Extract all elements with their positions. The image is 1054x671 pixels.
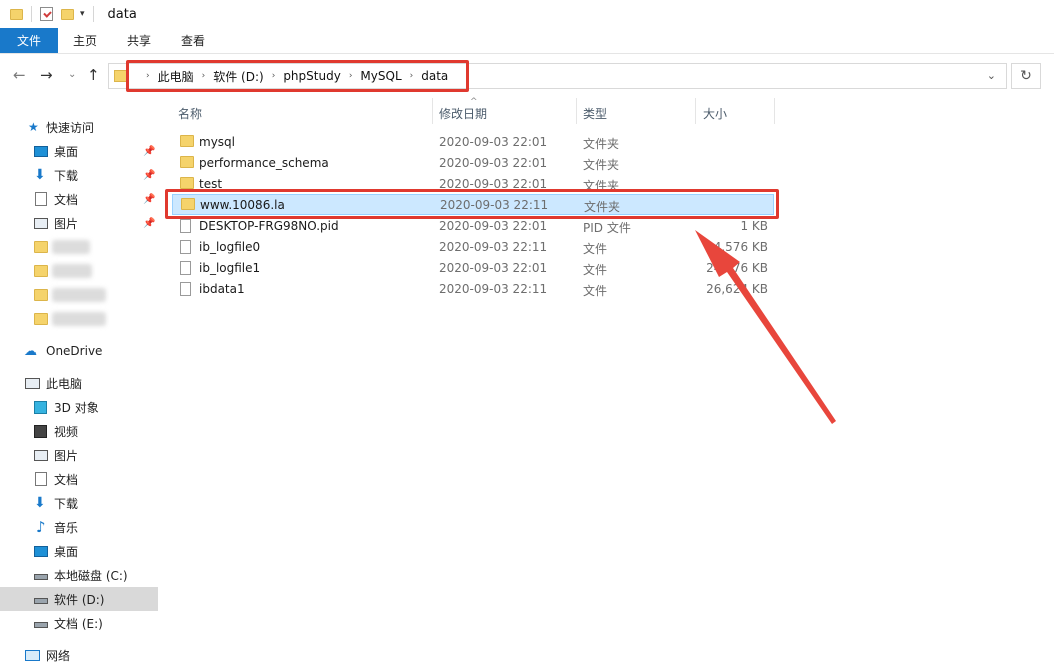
annotation-arrow bbox=[695, 230, 836, 424]
arrow-shape bbox=[695, 230, 836, 424]
